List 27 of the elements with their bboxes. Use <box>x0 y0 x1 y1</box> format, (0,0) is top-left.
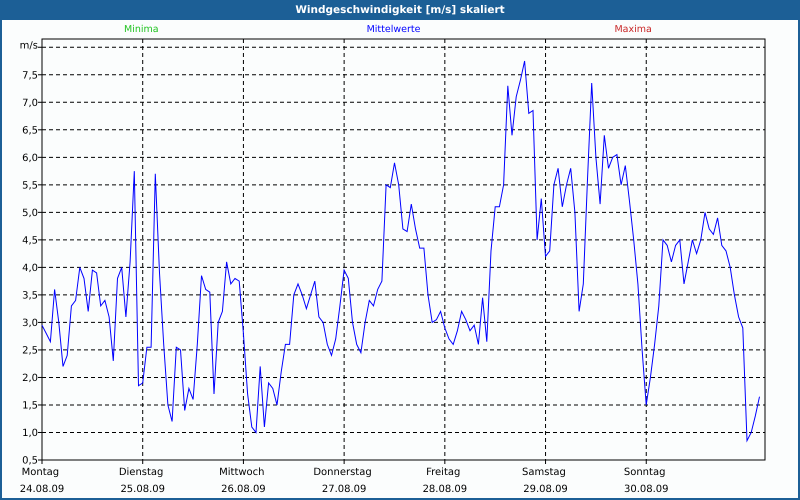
y-tick-label: 4,5 <box>22 235 38 246</box>
y-tick-label: 1,5 <box>22 400 38 412</box>
y-tick-label: 4,0 <box>22 262 38 274</box>
x-tick-label: Sonntag 30.08.09 <box>624 467 669 495</box>
x-tick-label: Montag 24.08.09 <box>20 467 64 495</box>
y-tick-label: 6,0 <box>22 152 38 164</box>
x-tick-label: Freitag 28.08.09 <box>422 467 468 495</box>
x-tick-label: Mittwoch 26.08.09 <box>219 467 266 495</box>
y-axis-unit: m/s <box>20 40 38 52</box>
y-tick-label: 5,5 <box>22 180 38 192</box>
x-tick-label: Samstag 29.08.09 <box>522 467 568 495</box>
legend-label: Minima <box>124 24 159 34</box>
y-tick-label: 6,5 <box>22 125 38 136</box>
legend-label: Mittelwerte <box>366 24 420 34</box>
window-title: Windgeschwindigkeit [m/s] skaliert <box>0 0 800 20</box>
y-tick-label: 1,0 <box>22 428 38 439</box>
x-tick-label: Donnerstag 27.08.09 <box>313 467 372 495</box>
y-tick-label: 7,0 <box>22 98 38 109</box>
y-tick-label: 2,0 <box>22 372 38 384</box>
y-tick-label: 2,5 <box>22 345 38 356</box>
y-tick-label: 3,5 <box>22 290 38 302</box>
y-tick-label: 7,5 <box>22 70 38 82</box>
legend-label: Maxima <box>614 24 652 34</box>
y-tick-label: 5,0 <box>22 208 38 219</box>
y-tick-label: 3,0 <box>22 318 38 329</box>
y-tick-label: 0,5 <box>22 456 38 466</box>
x-tick-label: Dienstag 25.08.09 <box>118 467 165 495</box>
